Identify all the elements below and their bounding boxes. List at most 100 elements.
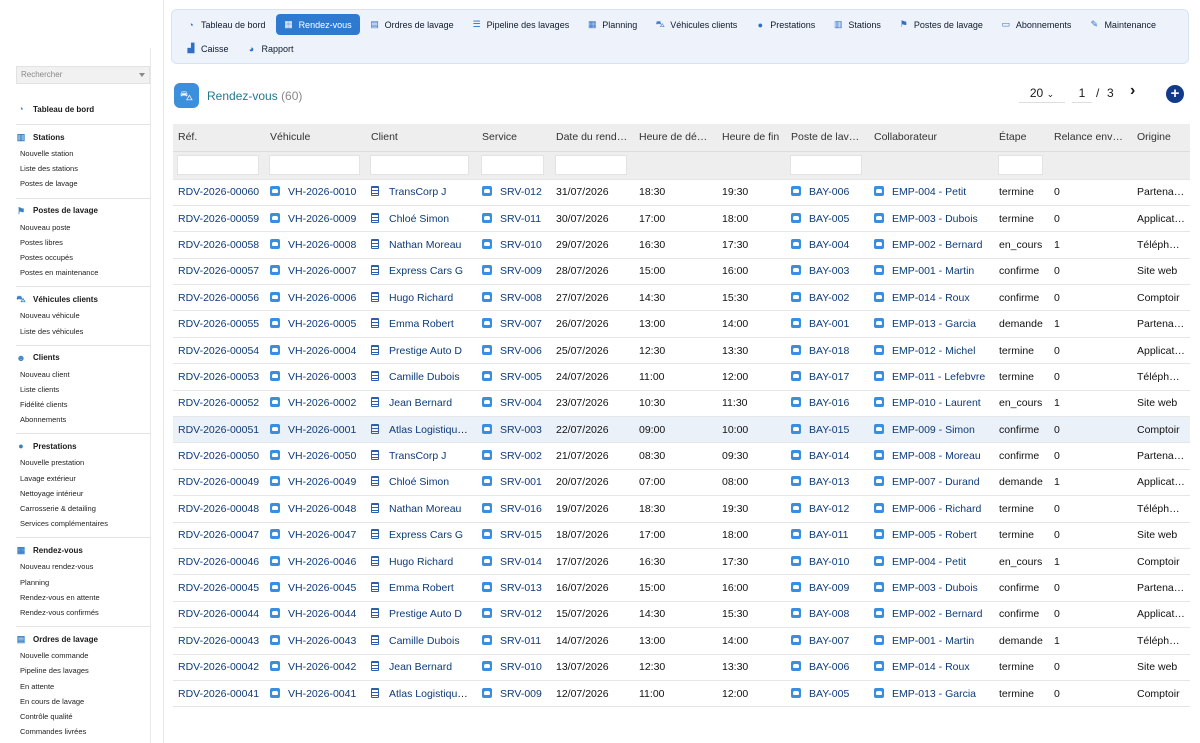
table-cell[interactable]: BAY-010: [786, 548, 869, 576]
table-cell[interactable]: EMP-009 - Simon: [869, 416, 994, 444]
table-cell[interactable]: BAY-007: [786, 627, 869, 655]
column-header[interactable]: Véhicule: [265, 124, 366, 152]
table-cell[interactable]: SRV-013: [477, 574, 551, 602]
table-cell[interactable]: BAY-011: [786, 522, 869, 549]
top-nav-item[interactable]: ▦ Rendez-vous: [275, 14, 360, 35]
table-cell[interactable]: RDV-2026-00043: [173, 627, 265, 655]
column-header[interactable]: Client: [366, 124, 477, 152]
column-filter-input[interactable]: [790, 155, 862, 175]
table-row[interactable]: RDV-2026-00043 VH-2026-0043 Camille Dubois…: [173, 627, 1190, 655]
table-cell[interactable]: SRV-003: [477, 416, 551, 444]
sidebar-item[interactable]: Contrôle qualité: [16, 709, 150, 724]
table-cell[interactable]: BAY-006: [786, 179, 869, 206]
table-cell[interactable]: Atlas Logistique A: [366, 680, 477, 708]
table-row[interactable]: RDV-2026-00047 VH-2026-0047 Express Cars G…: [173, 522, 1190, 549]
page-size-select[interactable]: 20 ⌄: [1019, 85, 1065, 103]
sidebar-item[interactable]: Commandes livrées: [16, 724, 150, 739]
table-cell[interactable]: RDV-2026-00048: [173, 495, 265, 523]
table-cell[interactable]: EMP-002 - Bernard: [869, 231, 994, 259]
table-cell[interactable]: RDV-2026-00056: [173, 284, 265, 312]
table-cell[interactable]: SRV-014: [477, 548, 551, 576]
sidebar-item[interactable]: Services complémentaires: [16, 516, 150, 531]
table-cell[interactable]: BAY-001: [786, 310, 869, 338]
sidebar-item[interactable]: Fidélité clients: [16, 397, 150, 412]
table-cell[interactable]: VH-2026-0009: [265, 205, 366, 233]
table-cell[interactable]: EMP-008 - Moreau: [869, 442, 994, 470]
table-cell[interactable]: BAY-002: [786, 284, 869, 312]
sidebar-item[interactable]: Postes de lavage: [16, 176, 150, 191]
table-cell[interactable]: Hugo Richard: [366, 548, 477, 576]
table-cell[interactable]: VH-2026-0043: [265, 627, 366, 655]
table-cell[interactable]: VH-2026-0007: [265, 258, 366, 286]
table-row[interactable]: RDV-2026-00045 VH-2026-0045 Emma Robert SRV…: [173, 574, 1190, 602]
table-cell[interactable]: Nathan Moreau: [366, 231, 477, 259]
table-cell[interactable]: EMP-001 - Martin: [869, 258, 994, 286]
table-row[interactable]: RDV-2026-00059 VH-2026-0009 Chloé Simon SRV…: [173, 205, 1190, 233]
top-nav-item[interactable]: ● Prestations: [747, 14, 823, 35]
table-row[interactable]: RDV-2026-00060 VH-2026-0010 TransCorp J SRV…: [173, 179, 1190, 206]
table-cell[interactable]: Jean Bernard: [366, 390, 477, 418]
table-cell[interactable]: SRV-009: [477, 680, 551, 708]
table-cell[interactable]: Nathan Moreau: [366, 495, 477, 523]
sidebar-item[interactable]: Nouveau client: [16, 367, 150, 382]
sidebar-search-select[interactable]: Rechercher: [16, 66, 150, 84]
table-cell[interactable]: BAY-013: [786, 469, 869, 497]
sidebar-item[interactable]: Liste des stations: [16, 161, 150, 176]
table-cell[interactable]: Chloé Simon: [366, 469, 477, 497]
column-header[interactable]: Heure de fin: [717, 124, 786, 152]
table-cell[interactable]: BAY-005: [786, 680, 869, 708]
table-cell[interactable]: Emma Robert: [366, 310, 477, 338]
table-cell[interactable]: BAY-015: [786, 416, 869, 444]
table-cell[interactable]: SRV-006: [477, 337, 551, 365]
table-cell[interactable]: EMP-003 - Dubois: [869, 205, 994, 233]
table-cell[interactable]: EMP-013 - Garcia: [869, 680, 994, 708]
table-row[interactable]: RDV-2026-00054 VH-2026-0004 Prestige Auto …: [173, 337, 1190, 365]
table-cell[interactable]: RDV-2026-00054: [173, 337, 265, 365]
table-cell[interactable]: BAY-006: [786, 654, 869, 681]
table-cell[interactable]: Jean Bernard: [366, 654, 477, 681]
table-cell[interactable]: RDV-2026-00057: [173, 258, 265, 286]
table-cell[interactable]: SRV-004: [477, 390, 551, 418]
table-cell[interactable]: BAY-014: [786, 442, 869, 470]
table-cell[interactable]: RDV-2026-00058: [173, 231, 265, 259]
table-cell[interactable]: VH-2026-0046: [265, 548, 366, 576]
add-record-button[interactable]: +: [1166, 85, 1184, 103]
sidebar-item[interactable]: Nouvelle commande: [16, 648, 150, 663]
table-cell[interactable]: BAY-004: [786, 231, 869, 259]
table-cell[interactable]: BAY-016: [786, 390, 869, 418]
table-cell[interactable]: VH-2026-0048: [265, 495, 366, 523]
table-row[interactable]: RDV-2026-00049 VH-2026-0049 Chloé Simon SRV…: [173, 469, 1190, 497]
table-cell[interactable]: EMP-012 - Michel: [869, 337, 994, 365]
table-cell[interactable]: EMP-001 - Martin: [869, 627, 994, 655]
column-header[interactable]: Collaborateur: [869, 124, 994, 152]
table-cell[interactable]: EMP-013 - Garcia: [869, 310, 994, 338]
table-cell[interactable]: RDV-2026-00041: [173, 680, 265, 708]
column-header[interactable]: Date du rend…: [551, 124, 634, 152]
column-header[interactable]: Service: [477, 124, 551, 152]
table-cell[interactable]: RDV-2026-00047: [173, 522, 265, 549]
table-cell[interactable]: VH-2026-0005: [265, 310, 366, 338]
table-cell[interactable]: BAY-005: [786, 205, 869, 233]
table-cell[interactable]: VH-2026-0047: [265, 522, 366, 549]
table-cell[interactable]: RDV-2026-00053: [173, 363, 265, 391]
sidebar-item[interactable]: Nettoyage intérieur: [16, 486, 150, 501]
table-cell[interactable]: Emma Robert: [366, 574, 477, 602]
table-cell[interactable]: VH-2026-0050: [265, 442, 366, 470]
table-row[interactable]: RDV-2026-00044 VH-2026-0044 Prestige Auto …: [173, 601, 1190, 629]
table-cell[interactable]: TransCorp J: [366, 442, 477, 470]
table-cell[interactable]: RDV-2026-00042: [173, 654, 265, 681]
top-nav-item[interactable]: ▟ Caisse: [178, 38, 237, 59]
table-cell[interactable]: EMP-004 - Petit: [869, 548, 994, 576]
top-nav-item[interactable]: ▦ Planning: [579, 14, 645, 35]
sidebar-group-header[interactable]: ▤ Ordres de lavage: [16, 632, 150, 646]
table-cell[interactable]: VH-2026-0045: [265, 574, 366, 602]
table-cell[interactable]: EMP-007 - Durand: [869, 469, 994, 497]
sidebar-group-header[interactable]: ▦ Rendez-vous: [16, 543, 150, 557]
table-cell[interactable]: SRV-012: [477, 179, 551, 206]
top-nav-item[interactable]: ◔ Tableau de bord: [178, 14, 274, 35]
table-cell[interactable]: SRV-011: [477, 627, 551, 655]
table-cell[interactable]: VH-2026-0010: [265, 179, 366, 206]
table-cell[interactable]: VH-2026-0049: [265, 469, 366, 497]
table-row[interactable]: RDV-2026-00052 VH-2026-0002 Jean Bernard SR…: [173, 390, 1190, 418]
table-cell[interactable]: TransCorp J: [366, 179, 477, 206]
